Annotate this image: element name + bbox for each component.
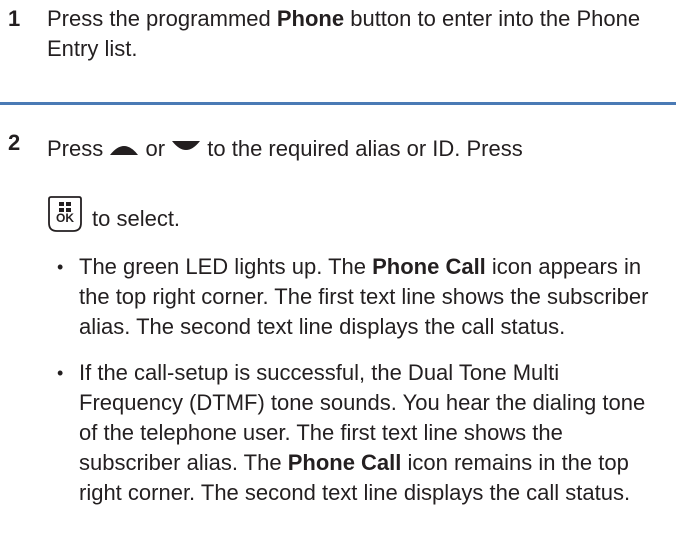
menu-ok-key-icon: OK (47, 194, 83, 242)
list-item-bold: Phone Call (287, 450, 402, 475)
instruction-page: 1 Press the programmed Phone button to e… (0, 0, 676, 543)
list-item: • If the call-setup is successful, the D… (47, 358, 666, 508)
step-number: 1 (8, 6, 21, 31)
bullet-list: • The green LED lights up. The Phone Cal… (47, 252, 666, 508)
down-arrow-icon (171, 135, 201, 165)
list-item: • The green LED lights up. The Phone Cal… (47, 252, 666, 342)
phone-button-label: Phone (276, 6, 345, 31)
select-text: to select. (92, 206, 181, 231)
step-text-part: or (139, 136, 172, 161)
step-text-part: to the required alias or ID. Press (201, 136, 523, 161)
section-divider (0, 102, 676, 105)
ok-key-label: OK (56, 211, 74, 225)
step-number: 2 (8, 130, 21, 155)
bullet-dot: • (57, 363, 64, 383)
step-text-part: Press (47, 136, 110, 161)
list-item-bold: Phone Call (372, 254, 486, 279)
up-arrow-icon (109, 135, 139, 165)
step-text: Press or to the required alias or ID. Pr… (47, 134, 666, 165)
list-item-text: The green LED lights up. The (79, 254, 373, 279)
bullet-dot: • (57, 257, 64, 277)
step-text: Press the programmed Phone button to ent… (47, 4, 666, 64)
step-text-part: Press the programmed (47, 6, 277, 31)
